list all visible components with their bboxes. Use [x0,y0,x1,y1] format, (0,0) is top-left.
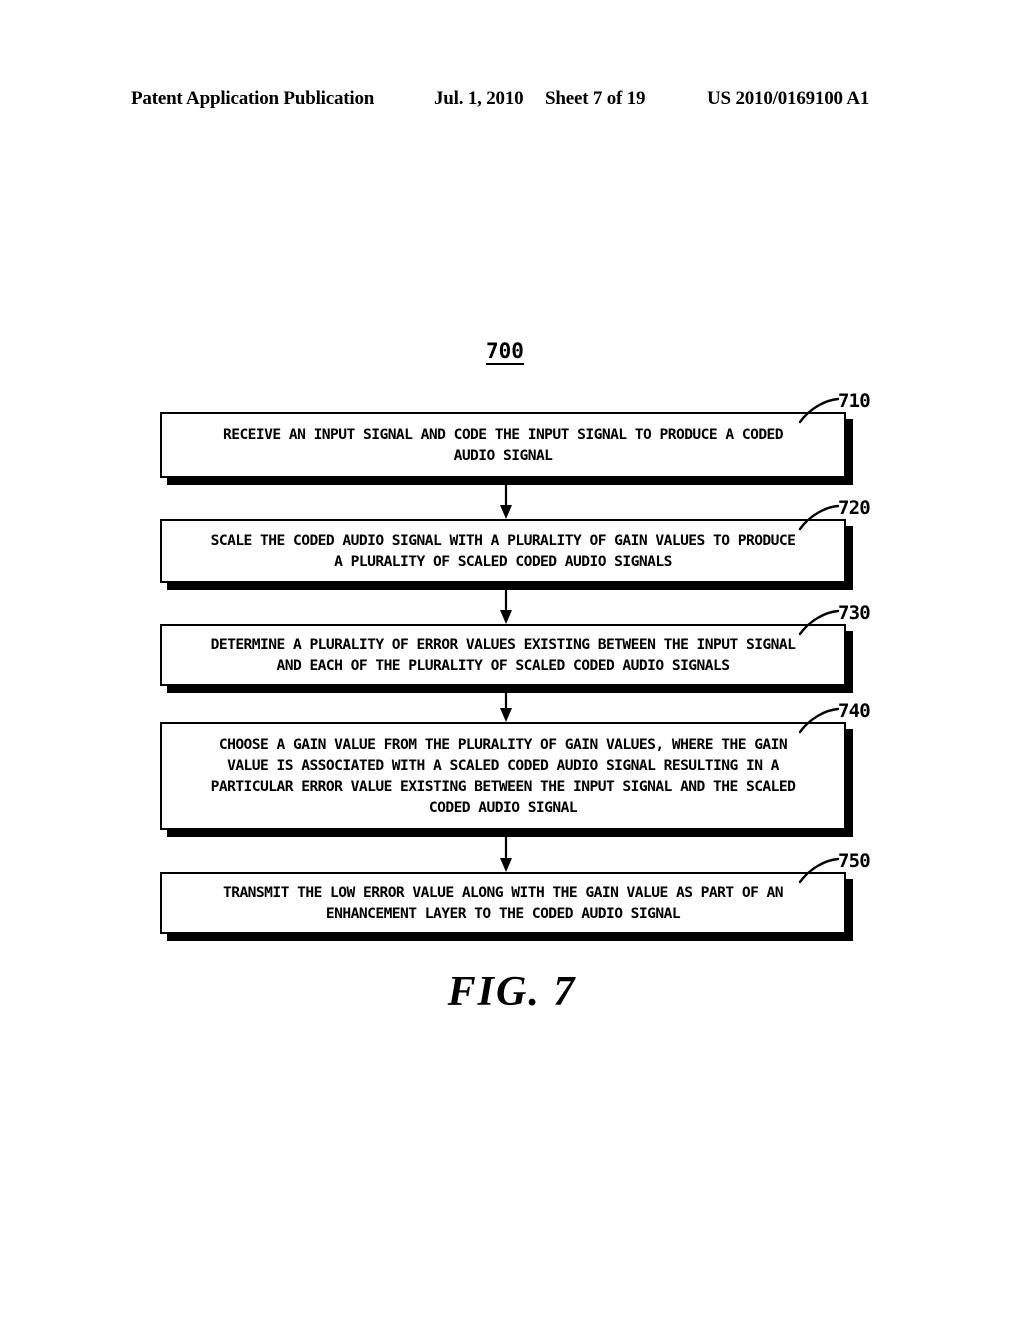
process-box-750-text: TRANSMIT THE LOW ERROR VALUE ALONG WITH … [222,883,784,922]
process-box-720: SCALE THE CODED AUDIO SIGNAL WITH A PLUR… [160,519,846,583]
figure-caption: FIG. 7 [447,969,577,1015]
reference-numeral-720: 720 [838,497,871,519]
process-box-730: DETERMINE A PLURALITY OF ERROR VALUES EX… [160,624,846,686]
leader-line-750 [786,854,846,890]
connector-arrow-720-730 [496,583,516,625]
process-box-750: TRANSMIT THE LOW ERROR VALUE ALONG WITH … [160,872,846,934]
figure-id-label: 700 [486,340,524,366]
process-box-730-text: DETERMINE A PLURALITY OF ERROR VALUES EX… [210,635,796,674]
process-box-740-text: CHOOSE A GAIN VALUE FROM THE PLURALITY O… [210,735,796,817]
reference-numeral-740: 740 [838,700,871,722]
leader-line-730 [786,606,846,642]
leader-line-710 [786,394,846,430]
connector-arrow-710-720 [496,478,516,520]
process-box-710-text: RECEIVE AN INPUT SIGNAL AND CODE THE INP… [222,425,784,464]
connector-arrow-730-740 [496,686,516,723]
process-box-710: RECEIVE AN INPUT SIGNAL AND CODE THE INP… [160,412,846,478]
process-box-720-text: SCALE THE CODED AUDIO SIGNAL WITH A PLUR… [210,531,796,570]
process-box-740: CHOOSE A GAIN VALUE FROM THE PLURALITY O… [160,722,846,830]
flowchart-figure: 700 RECEIVE AN INPUT SIGNAL AND CODE THE… [0,0,1024,1320]
reference-numeral-710: 710 [838,390,871,412]
leader-line-720 [786,501,846,537]
reference-numeral-750: 750 [838,850,871,872]
connector-arrow-740-750 [496,830,516,873]
reference-numeral-730: 730 [838,602,871,624]
leader-line-740 [786,704,846,740]
